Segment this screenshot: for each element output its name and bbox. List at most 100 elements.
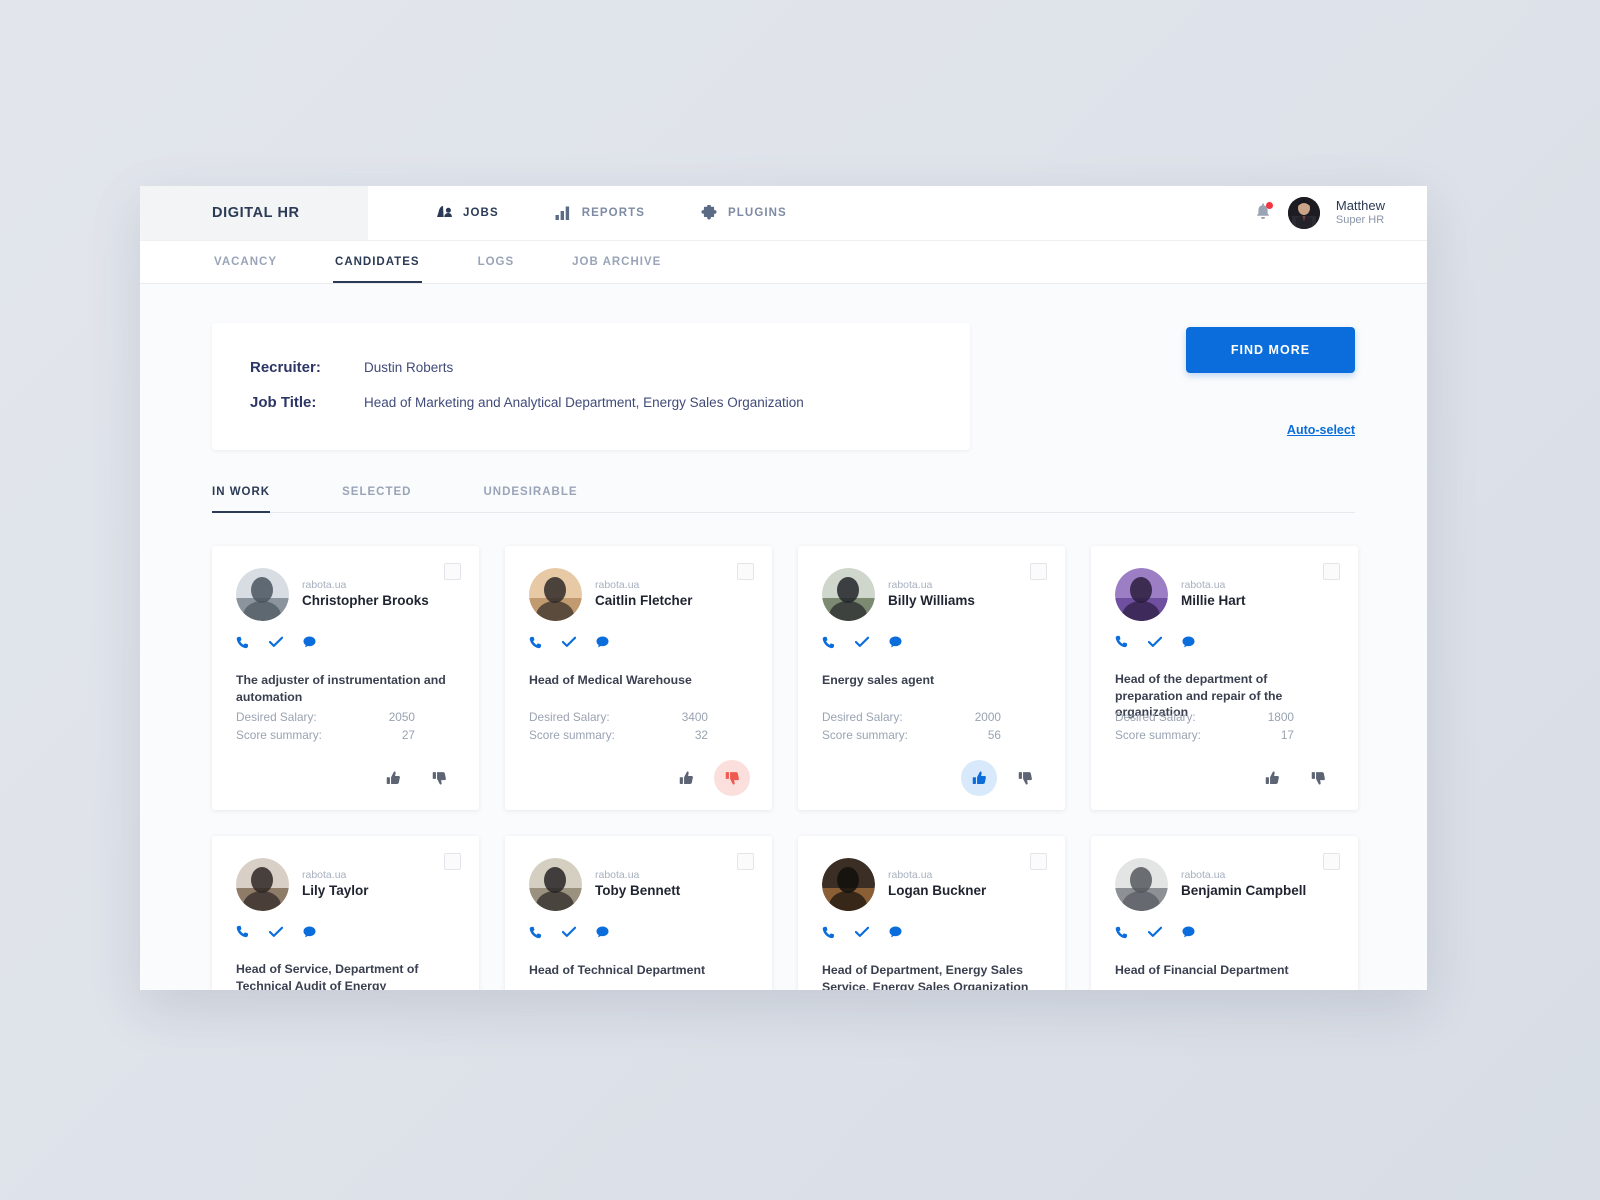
thumbs-up-button[interactable] [668,760,704,796]
desired-salary-label: Desired Salary: [529,710,610,724]
user-area: Matthew Super HR [1254,186,1385,240]
nav-item-jobs[interactable]: JOBS [436,206,499,220]
candidate-card[interactable]: rabota.ua Millie Hart Head of the depart… [1091,546,1358,810]
check-icon[interactable] [855,636,869,648]
candidate-select-checkbox[interactable] [444,853,461,870]
candidate-name: Christopher Brooks [302,593,429,609]
thumbs-down-button[interactable] [714,760,750,796]
chat-icon[interactable] [889,926,902,938]
contact-actions [529,635,750,649]
top-bar: DIGITAL HR JOBS REPORTS PLUGINS Matthew … [140,186,1427,240]
subnav-item-logs[interactable]: LOGS [476,241,517,283]
desired-salary-value: 2050 [388,710,415,724]
candidate-identity: rabota.ua Benjamin Campbell [1181,868,1306,902]
score-summary-value: 32 [694,728,708,742]
candidate-card[interactable]: rabota.ua Benjamin Campbell Head of Fina… [1091,836,1358,990]
desired-salary-row: Desired Salary: 2050 [236,710,457,724]
user-name: Matthew [1335,198,1385,213]
candidate-select-checkbox[interactable] [1030,853,1047,870]
contact-actions [236,925,457,938]
candidate-header: rabota.ua Logan Buckner [822,858,1043,911]
brand-name: DIGITAL HR [212,205,300,221]
subnav-item-vacancy[interactable]: VACANCY [212,241,279,283]
candidate-card[interactable]: rabota.ua Lily Taylor Head of Service, D… [212,836,479,990]
tab-selected[interactable]: SELECTED [342,486,411,512]
candidate-stats: Desired Salary: 2050 Score summary: 27 [236,710,457,746]
candidate-select-checkbox[interactable] [737,563,754,580]
candidate-select-checkbox[interactable] [444,563,461,580]
chat-icon[interactable] [303,636,316,648]
phone-icon[interactable] [529,926,542,939]
check-icon[interactable] [562,926,576,938]
chat-icon[interactable] [1182,926,1195,938]
desired-salary-value: 1800 [1267,710,1294,724]
candidate-avatar [822,858,875,911]
vacancy-info-card: Recruiter: Dustin Roberts Job Title: Hea… [212,323,970,450]
phone-icon[interactable] [236,925,249,938]
thumbs-down-button[interactable] [1007,760,1043,796]
avatar[interactable] [1287,197,1320,229]
score-summary-value: 56 [987,728,1001,742]
subnav-item-job-archive[interactable]: JOB ARCHIVE [570,241,663,283]
candidate-identity: rabota.ua Caitlin Fletcher [595,578,693,612]
phone-icon[interactable] [529,636,542,649]
check-icon[interactable] [562,636,576,648]
candidate-identity: rabota.ua Lily Taylor [302,868,369,902]
tab-in-work[interactable]: IN WORK [212,486,271,513]
nav-item-reports[interactable]: REPORTS [555,206,645,220]
candidate-card[interactable]: rabota.ua Christopher Brooks The adjuste… [212,546,479,810]
candidate-card[interactable]: rabota.ua Caitlin Fletcher Head of Medic… [505,546,772,810]
phone-icon[interactable] [1115,635,1128,648]
chat-icon[interactable] [889,636,902,648]
candidate-select-checkbox[interactable] [1323,563,1340,580]
candidate-card[interactable]: rabota.ua Billy Williams Energy sales ag… [798,546,1065,810]
candidate-header: rabota.ua Billy Williams [822,568,1043,621]
find-more-button[interactable]: FIND MORE [1186,327,1355,373]
brand-logo[interactable]: DIGITAL HR [140,186,368,240]
candidate-avatar [1115,568,1168,621]
candidate-avatar [236,858,289,911]
phone-icon[interactable] [822,926,835,939]
auto-select-link[interactable]: Auto-select [1287,423,1355,437]
bell-icon[interactable] [1254,202,1273,223]
thumbs-up-button[interactable] [961,760,997,796]
check-icon[interactable] [855,926,869,938]
candidate-select-checkbox[interactable] [737,853,754,870]
check-icon[interactable] [1148,926,1162,938]
candidate-card[interactable]: rabota.ua Logan Buckner Head of Departme… [798,836,1065,990]
check-icon[interactable] [269,636,283,648]
thumbs-up-button[interactable] [1254,760,1290,796]
candidate-source: rabota.ua [595,868,640,881]
candidate-select-checkbox[interactable] [1323,853,1340,870]
check-icon[interactable] [269,926,283,938]
candidate-select-checkbox[interactable] [1030,563,1047,580]
notification-dot [1265,202,1273,209]
subnav-item-candidates[interactable]: CANDIDATES [333,241,422,283]
candidate-source: rabota.ua [1181,868,1226,881]
vote-row [822,760,1043,796]
thumbs-down-button[interactable] [1300,760,1336,796]
chat-icon[interactable] [1182,636,1195,648]
nav-item-plugins[interactable]: PLUGINS [701,205,787,221]
chat-icon[interactable] [303,926,316,938]
phone-icon[interactable] [1115,926,1128,939]
candidate-card[interactable]: rabota.ua Toby Bennett Head of Technical… [505,836,772,990]
chat-icon[interactable] [596,636,609,648]
chat-icon[interactable] [596,926,609,938]
candidate-avatar [236,568,289,621]
phone-icon[interactable] [236,636,249,649]
phone-icon[interactable] [822,636,835,649]
thumbs-up-button[interactable] [375,760,411,796]
candidate-header: rabota.ua Christopher Brooks [236,568,457,621]
desired-salary-label: Desired Salary: [822,710,903,724]
candidate-card-grid: rabota.ua Christopher Brooks The adjuste… [212,546,1358,990]
candidate-avatar [529,858,582,911]
thumbs-down-button[interactable] [421,760,457,796]
desired-salary-label: Desired Salary: [236,710,317,724]
check-icon[interactable] [1148,636,1162,648]
primary-nav: JOBS REPORTS PLUGINS [368,186,787,240]
recruiter-line: Recruiter: Dustin Roberts [250,359,970,376]
candidate-source: rabota.ua [1181,578,1226,591]
tab-undesirable[interactable]: UNDESIRABLE [483,486,577,512]
score-summary-row: Score summary: 27 [236,728,457,742]
